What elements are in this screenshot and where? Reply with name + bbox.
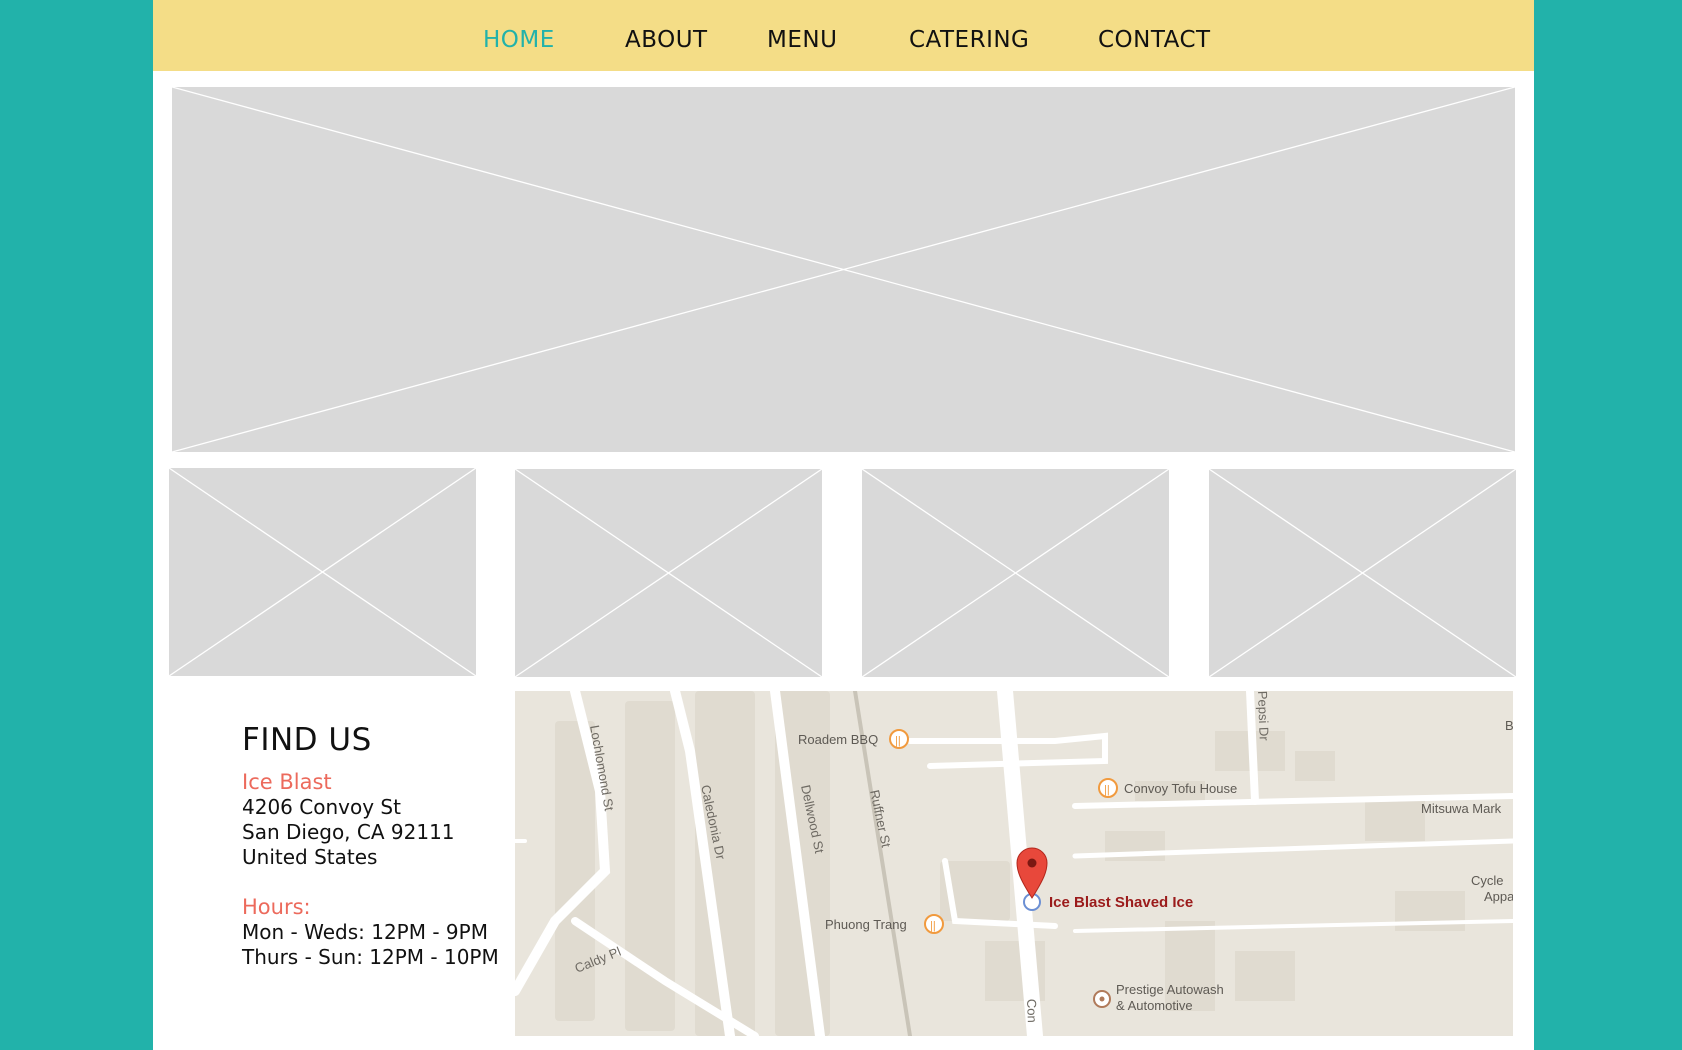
hero-image-placeholder: [172, 87, 1515, 452]
find-us-heading: FIND US: [242, 722, 372, 758]
street-label-pepsi: Pepsi Dr: [1255, 691, 1272, 742]
business-name: Ice Blast: [242, 770, 332, 794]
thumbnail-placeholder-1: [169, 468, 476, 676]
place-label-convoy-tofu: Convoy Tofu House: [1124, 781, 1237, 796]
place-label-roadem-bbq: Roadem BBQ: [798, 732, 878, 747]
street-label-ruffner: Ruffner St: [867, 789, 894, 850]
address-line-3: United States: [242, 845, 378, 869]
address-line-2: San Diego, CA 92111: [242, 820, 455, 844]
thumbnail-placeholder-3: [862, 469, 1169, 677]
location-map[interactable]: Lochlomond St Caledonia Dr Dellwood St R…: [515, 691, 1513, 1036]
top-nav: HOME ABOUT MENU CATERING CONTACT: [153, 0, 1534, 71]
nav-contact[interactable]: CONTACT: [1098, 27, 1211, 53]
thumbnail-placeholder-2: [515, 469, 822, 677]
place-label-cycle: Cycle: [1471, 873, 1504, 888]
place-label-b: B: [1505, 718, 1513, 733]
street-label-convoy: Con: [1024, 999, 1040, 1023]
nav-menu[interactable]: MENU: [767, 27, 837, 53]
place-label-automotive: & Automotive: [1116, 998, 1193, 1013]
hours-label: Hours:: [242, 895, 311, 919]
find-us-section: FIND US Ice Blast 4206 Convoy St San Die…: [242, 722, 499, 970]
nav-about[interactable]: ABOUT: [625, 27, 708, 53]
place-label-appa: Appa: [1484, 889, 1513, 904]
place-label-prestige: Prestige Autowash: [1116, 982, 1224, 997]
nav-catering[interactable]: CATERING: [909, 27, 1029, 53]
address-line-1: 4206 Convoy St: [242, 795, 401, 819]
thumbnail-placeholder-4: [1209, 469, 1516, 677]
fork-knife-glyph: ||: [930, 920, 936, 932]
fork-knife-glyph: ||: [895, 735, 901, 747]
hours-line-1: Mon - Weds: 12PM - 9PM: [242, 920, 488, 944]
fork-knife-glyph: ||: [1104, 784, 1110, 796]
place-label-phuong-trang: Phuong Trang: [825, 917, 907, 932]
place-label-ice-blast[interactable]: Ice Blast Shaved Ice: [1049, 894, 1193, 911]
hours-line-2: Thurs - Sun: 12PM - 10PM: [242, 945, 499, 969]
nav-home[interactable]: HOME: [483, 27, 555, 53]
place-label-mitsuwa: Mitsuwa Mark: [1421, 801, 1502, 816]
